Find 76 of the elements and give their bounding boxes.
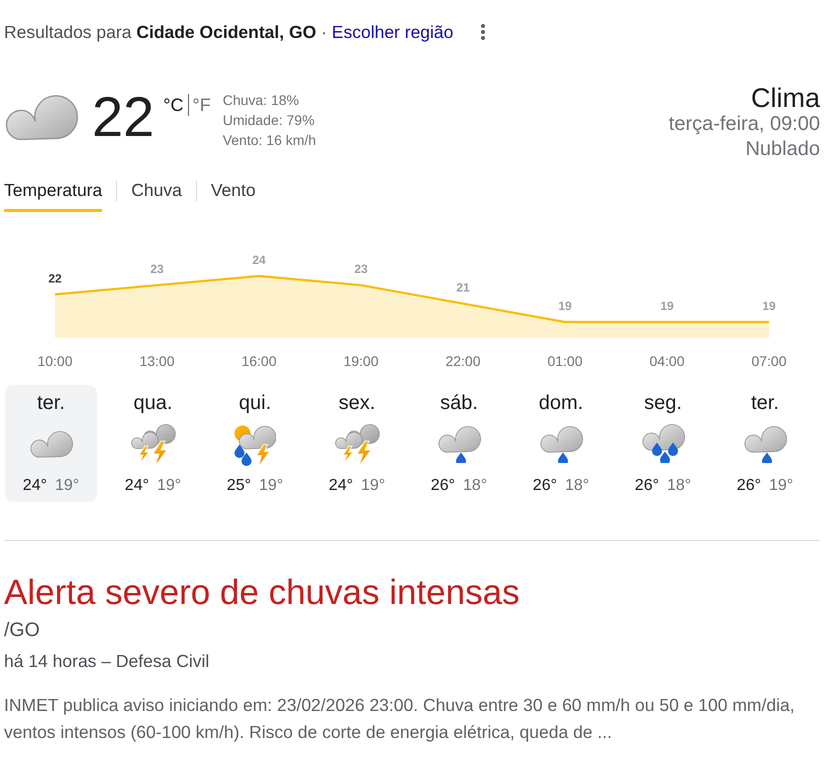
low-temperature-text: 18° xyxy=(667,476,692,496)
weather-heading: Clima xyxy=(750,84,820,112)
temperature-value-label: 23 xyxy=(150,262,164,276)
temperature-value-label: 23 xyxy=(354,262,368,276)
rain-cloud-icon xyxy=(540,426,582,463)
low-temperature-text: 19° xyxy=(361,476,386,496)
temperature-value-label: 21 xyxy=(456,280,470,295)
high-temperature-text: 26° xyxy=(736,476,761,496)
high-temperature-text: 24° xyxy=(124,476,149,496)
day-name-text: seg. xyxy=(644,391,682,415)
high-temperature-text: 26° xyxy=(532,476,557,496)
high-temperature-text: 25° xyxy=(226,476,251,496)
day-name-text: ter. xyxy=(751,391,779,415)
day-name-text: sáb. xyxy=(440,391,478,415)
cloud-icon xyxy=(30,430,72,458)
day-forecast-button[interactable]: ter. 24° 19° xyxy=(5,385,97,502)
thunderstorm-cloud-icon xyxy=(130,424,176,467)
high-temperature-text: 24° xyxy=(328,476,353,496)
day-forecast-button[interactable]: qui. 25° 19° xyxy=(209,385,301,502)
low-temperature-text: 18° xyxy=(463,476,488,496)
temperature-unit-toggle[interactable]: °F xyxy=(192,95,211,115)
rain-cloud-icon xyxy=(438,426,480,463)
time-axis-label: 16:00 xyxy=(241,353,277,369)
time-axis-label: 19:00 xyxy=(343,353,379,369)
low-temperature-text: 19° xyxy=(55,476,80,496)
high-temperature-text: 26° xyxy=(430,476,455,496)
heavy-rain-cloud-icon xyxy=(642,424,684,462)
day-forecast-button[interactable]: ter. 26° 19° xyxy=(719,385,811,502)
rain-cloud-icon xyxy=(744,426,786,463)
day-forecast-button[interactable]: seg. 26° 18° xyxy=(617,385,709,502)
menu-icon[interactable] xyxy=(481,24,486,40)
cloud-icon xyxy=(5,95,78,141)
temperature-value-label: 19 xyxy=(762,299,776,313)
day-forecast-button[interactable]: sáb. 26° 18° xyxy=(413,385,505,502)
chart-tab[interactable]: Chuva xyxy=(131,180,182,212)
time-axis-label: 13:00 xyxy=(139,353,175,369)
alert-source-text: há 14 horas – Defesa Civil xyxy=(4,650,210,672)
current-temperature-text: 22 xyxy=(92,89,154,145)
low-temperature-text: 19° xyxy=(769,476,794,496)
time-axis-label: 04:00 xyxy=(649,353,685,369)
choose-region-link[interactable]: Escolher região xyxy=(332,22,454,42)
day-name-text: dom. xyxy=(538,391,584,415)
weather-detail-text: Chuva: 18% xyxy=(222,91,300,110)
low-temperature-text: 18° xyxy=(565,476,590,496)
high-temperature-text: 24° xyxy=(22,476,47,496)
temperature-value-label: 19 xyxy=(558,299,572,313)
day-forecast-button[interactable]: qua. 24° 19° xyxy=(107,385,199,502)
time-axis-label: 22:00 xyxy=(445,353,481,369)
day-forecast-button[interactable]: sex. 24° 19° xyxy=(311,385,403,502)
chart-tab[interactable]: Temperatura xyxy=(4,180,102,212)
temperature-value-label: 24 xyxy=(252,253,266,267)
day-forecast-button[interactable]: dom. 26° 18° xyxy=(515,385,607,502)
temperature-value-label: 22 xyxy=(48,271,62,286)
results-location-text: Resultados para Cidade Ocidental, GO · Escolher região xyxy=(4,21,454,44)
alert-region-text: /GO xyxy=(4,618,40,642)
low-temperature-text: 19° xyxy=(259,476,284,496)
weather-detail-text: Umidade: 79% xyxy=(222,111,316,130)
thunderstorm-cloud-icon xyxy=(334,424,380,467)
day-name-text: ter. xyxy=(37,391,65,415)
day-name-text: sex. xyxy=(338,391,376,415)
time-axis-label: 10:00 xyxy=(37,353,73,369)
high-temperature-text: 26° xyxy=(634,476,659,496)
alert-title[interactable]: Alerta severo de chuvas intensas xyxy=(4,573,520,613)
chart-tab[interactable]: Vento xyxy=(210,180,256,212)
alert-description-text: INMET publica aviso iniciando em: 23/02/2026 23:00. Chuva entre 30 e 60 mm/h ou 50 e 100 mm/dia, ventos intensos (60-100 km/h). Risco de corte de energia elétrica, queda de ... xyxy=(4,694,796,744)
low-temperature-text: 19° xyxy=(157,476,182,496)
time-axis-label: 01:00 xyxy=(547,353,583,369)
sun-cloud-rain-lightning-icon xyxy=(234,424,276,466)
weather-detail-text: Vento: 16 km/h xyxy=(222,131,316,150)
day-name-text: qua. xyxy=(134,391,172,415)
day-name-text: qui. xyxy=(238,391,272,415)
condition-text: Nublado xyxy=(744,137,820,162)
time-axis-label: 07:00 xyxy=(751,353,787,369)
temperature-unit-toggle[interactable]: °C xyxy=(163,95,184,115)
temperature-value-label: 19 xyxy=(660,299,674,313)
date-time-text: terça-feira, 09:00 xyxy=(668,112,820,137)
